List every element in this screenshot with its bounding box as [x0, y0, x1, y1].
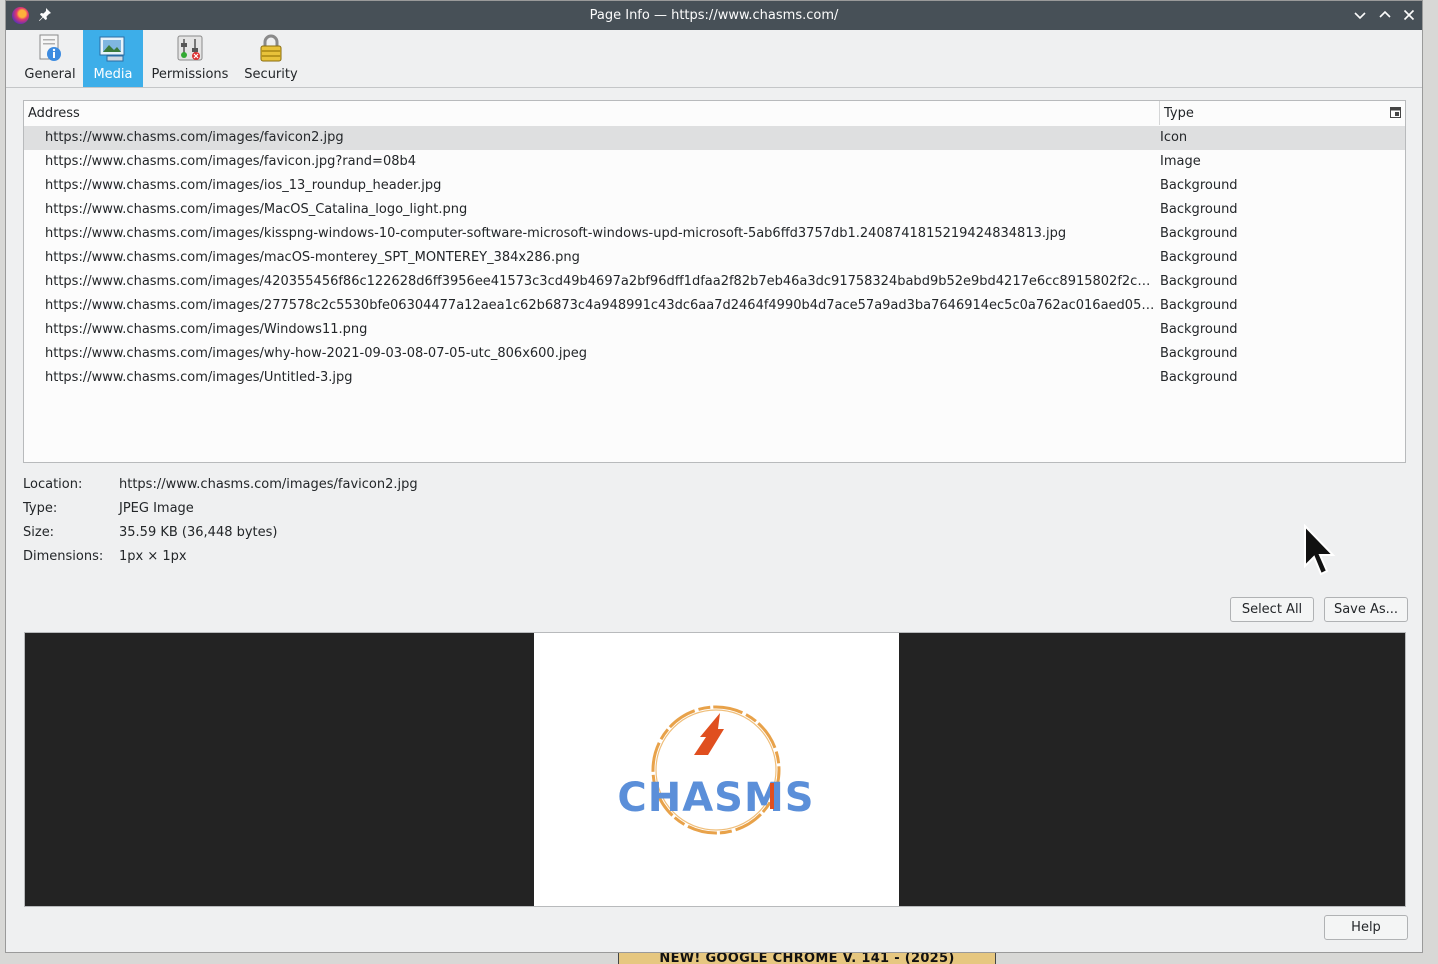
tab-general-label: General — [24, 67, 76, 82]
preview-image: CHASMS — [534, 633, 899, 906]
row-address: https://www.chasms.com/images/277578c2c5… — [45, 298, 1155, 313]
row-address: https://www.chasms.com/images/420355456f… — [45, 274, 1155, 289]
type-column-header[interactable]: Type — [1159, 101, 1194, 125]
tab-permissions[interactable]: Permissions — [148, 30, 232, 87]
table-row[interactable]: https://www.chasms.com/images/ios_13_rou… — [24, 174, 1405, 198]
row-type: Background — [1160, 250, 1238, 265]
logo-text: CHASMS — [617, 775, 814, 821]
table-row[interactable]: https://www.chasms.com/images/favicon2.j… — [24, 126, 1405, 150]
row-address: https://www.chasms.com/images/kisspng-wi… — [45, 226, 1067, 241]
title-bar[interactable]: Page Info — https://www.chasms.com/ — [6, 1, 1422, 30]
chevron-down-icon — [1354, 12, 1366, 20]
row-type: Background — [1160, 298, 1238, 313]
mouse-cursor-icon — [1303, 523, 1339, 580]
maximize-button[interactable] — [1377, 7, 1393, 23]
table-row[interactable]: https://www.chasms.com/images/Untitled-3… — [24, 366, 1405, 390]
size-value: 35.59 KB (36,448 bytes) — [119, 525, 278, 540]
row-address: https://www.chasms.com/images/ios_13_rou… — [45, 178, 442, 193]
table-row[interactable]: https://www.chasms.com/images/kisspng-wi… — [24, 222, 1405, 246]
table-row[interactable]: https://www.chasms.com/images/macOS-mont… — [24, 246, 1405, 270]
close-icon — [1403, 9, 1415, 21]
chasms-logo: CHASMS — [617, 705, 814, 835]
background-headline: NEW! GOOGLE CHROME V. 141 - (2025) — [659, 951, 955, 964]
row-address: https://www.chasms.com/images/macOS-mont… — [45, 250, 580, 265]
tab-permissions-label: Permissions — [151, 67, 229, 82]
row-address: https://www.chasms.com/images/why-how-20… — [45, 346, 587, 361]
table-row[interactable]: https://www.chasms.com/images/420355456f… — [24, 270, 1405, 294]
dimensions-label: Dimensions: — [23, 549, 104, 564]
size-label: Size: — [23, 525, 55, 540]
location-label: Location: — [23, 477, 83, 492]
select-all-button[interactable]: Select All — [1230, 597, 1314, 622]
help-button[interactable]: Help — [1324, 915, 1408, 940]
table-row[interactable]: https://www.chasms.com/images/Windows11.… — [24, 318, 1405, 342]
table-row[interactable]: https://www.chasms.com/images/MacOS_Cata… — [24, 198, 1405, 222]
page-info-window: Page Info — https://www.chasms.com/ Gene… — [5, 0, 1423, 953]
tab-toolbar: General Media Permissions Security — [6, 30, 1422, 88]
row-type: Background — [1160, 226, 1238, 241]
table-row[interactable]: https://www.chasms.com/images/favicon.jp… — [24, 150, 1405, 174]
table-row[interactable]: https://www.chasms.com/images/why-how-20… — [24, 342, 1405, 366]
permissions-icon — [175, 33, 205, 63]
row-type: Background — [1160, 346, 1238, 361]
media-list[interactable]: Address Type https://www.chasms.com/imag… — [23, 100, 1406, 463]
row-type: Background — [1160, 202, 1238, 217]
chevron-up-icon — [1379, 10, 1391, 18]
close-button[interactable] — [1401, 7, 1417, 23]
row-type: Image — [1160, 154, 1201, 169]
list-header: Address Type — [24, 101, 1405, 127]
row-address: https://www.chasms.com/images/favicon.jp… — [45, 154, 417, 169]
row-address: https://www.chasms.com/images/Untitled-3… — [45, 370, 353, 385]
table-row[interactable]: https://www.chasms.com/images/277578c2c5… — [24, 294, 1405, 318]
minimize-button[interactable] — [1352, 7, 1368, 23]
type-label: Type: — [23, 501, 58, 516]
save-as-button[interactable]: Save As... — [1324, 597, 1408, 622]
row-type: Background — [1160, 178, 1238, 193]
media-icon — [98, 33, 128, 63]
tab-security-label: Security — [244, 67, 298, 82]
row-type: Background — [1160, 322, 1238, 337]
type-value: JPEG Image — [119, 501, 194, 516]
location-value: https://www.chasms.com/images/favicon2.j… — [119, 477, 418, 492]
row-address: https://www.chasms.com/images/favicon2.j… — [45, 130, 344, 145]
tab-general[interactable]: General — [18, 30, 82, 87]
row-address: https://www.chasms.com/images/MacOS_Cata… — [45, 202, 468, 217]
dimensions-value: 1px × 1px — [119, 549, 187, 564]
tab-media-label: Media — [93, 67, 133, 82]
padlock-icon — [256, 33, 286, 63]
row-type: Background — [1160, 274, 1238, 289]
window-title: Page Info — https://www.chasms.com/ — [589, 8, 839, 23]
tab-security[interactable]: Security — [239, 30, 303, 87]
address-column-header[interactable]: Address — [28, 106, 80, 121]
media-preview: CHASMS — [24, 632, 1406, 907]
column-picker-icon[interactable] — [1390, 107, 1401, 118]
row-type: Background — [1160, 370, 1238, 385]
tab-media[interactable]: Media — [83, 30, 143, 87]
row-type: Icon — [1160, 130, 1188, 145]
row-address: https://www.chasms.com/images/Windows11.… — [45, 322, 368, 337]
info-document-icon — [35, 33, 65, 63]
